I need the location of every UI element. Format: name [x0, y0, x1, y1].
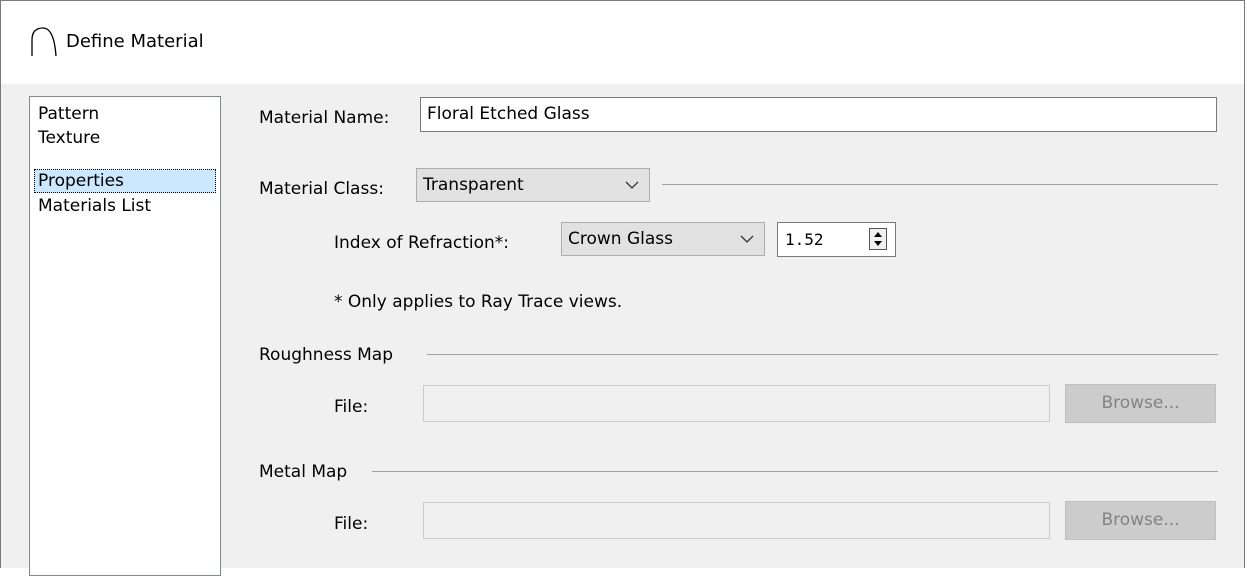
refraction-value-stepper[interactable]: 1.52 [777, 222, 896, 257]
category-list[interactable]: Pattern Texture Properties Materials Lis… [29, 96, 221, 576]
material-name-input[interactable]: Floral Etched Glass [420, 97, 1217, 132]
nav-item-texture[interactable]: Texture [34, 126, 104, 150]
refraction-value: 1.52 [785, 230, 824, 249]
nav-item-properties[interactable]: Properties [34, 169, 216, 193]
metal-map-separator [372, 471, 1218, 472]
stepper-up-icon[interactable] [870, 229, 886, 239]
roughness-map-separator [427, 354, 1218, 355]
material-class-dropdown[interactable]: Transparent [416, 168, 650, 202]
refraction-preset-value: Crown Glass [568, 229, 673, 249]
chevron-down-icon [740, 235, 754, 243]
nav-item-pattern[interactable]: Pattern [34, 102, 103, 126]
window-title: Define Material [66, 31, 204, 52]
refraction-label: Index of Refraction*: [334, 233, 510, 253]
title-bar: Define Material [1, 1, 1244, 84]
roughness-file-input[interactable] [423, 385, 1050, 422]
roughness-file-label: File: [334, 397, 369, 417]
define-material-dialog: Define Material Pattern Texture Properti… [0, 0, 1245, 576]
roughness-map-label: Roughness Map [259, 345, 394, 365]
metal-browse-button[interactable]: Browse... [1065, 501, 1216, 540]
nav-item-materials-list[interactable]: Materials List [34, 194, 155, 218]
material-class-separator [662, 184, 1218, 185]
refraction-preset-dropdown[interactable]: Crown Glass [561, 222, 765, 256]
material-class-value: Transparent [423, 175, 524, 195]
roughness-browse-button[interactable]: Browse... [1065, 384, 1216, 423]
stepper-down-icon[interactable] [870, 239, 886, 249]
material-name-label: Material Name: [259, 108, 390, 128]
chevron-down-icon [625, 181, 639, 189]
stepper-buttons[interactable] [869, 228, 887, 250]
material-class-label: Material Class: [259, 179, 384, 199]
metal-file-label: File: [334, 514, 369, 534]
arch-icon [31, 27, 57, 56]
metal-file-input[interactable] [423, 502, 1050, 539]
ray-trace-note: * Only applies to Ray Trace views. [334, 292, 623, 312]
metal-map-label: Metal Map [259, 462, 348, 482]
